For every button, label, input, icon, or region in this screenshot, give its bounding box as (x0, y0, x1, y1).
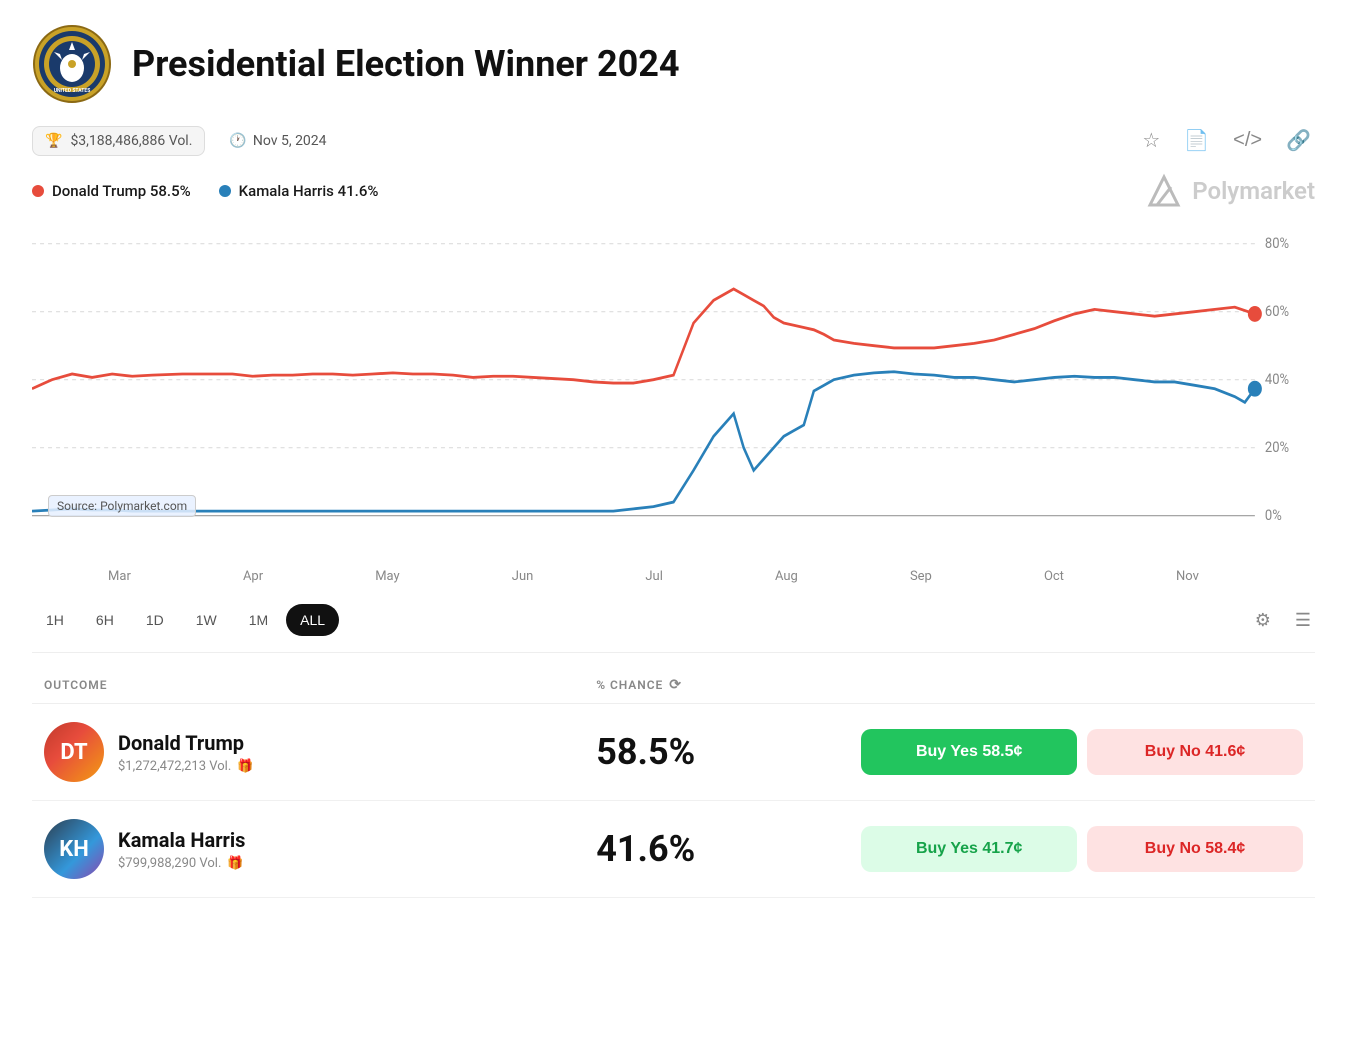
chance-header: % CHANCE ⟳ (596, 677, 861, 693)
harris-volume: $799,988,290 Vol. 🎁 (118, 856, 245, 871)
x-label-apr: Apr (243, 569, 263, 584)
svg-text:UNITED STATES: UNITED STATES (54, 88, 91, 94)
page-header: UNITED STATES Presidential Election Winn… (32, 24, 1315, 104)
harris-legend: Kamala Harris 41.6% (219, 182, 379, 200)
trump-legend: Donald Trump 58.5% (32, 182, 191, 200)
gift-icon-harris: 🎁 (227, 856, 243, 871)
time-btn-6h[interactable]: 6H (82, 604, 128, 636)
table-row-trump: DT Donald Trump $1,272,472,213 Vol. 🎁 58… (32, 704, 1315, 801)
code-button[interactable]: </> (1229, 125, 1266, 156)
svg-text:40%: 40% (1265, 371, 1289, 388)
svg-text:0%: 0% (1265, 507, 1282, 524)
trump-avatar: DT (44, 722, 104, 782)
presidential-seal-icon: UNITED STATES (32, 24, 112, 104)
volume-badge: 🏆 $3,188,486,886 Vol. (32, 126, 205, 156)
svg-text:60%: 60% (1265, 303, 1289, 320)
table-row-harris: KH Kamala Harris $799,988,290 Vol. 🎁 41.… (32, 801, 1315, 898)
trump-volume: $1,272,472,213 Vol. 🎁 (118, 759, 253, 774)
legend-items: Donald Trump 58.5% Kamala Harris 41.6% (32, 182, 378, 200)
time-button-group: 1H 6H 1D 1W 1M ALL (32, 604, 339, 636)
trump-details: Donald Trump $1,272,472,213 Vol. 🎁 (118, 731, 253, 774)
x-label-sep: Sep (910, 569, 932, 584)
harris-avatar: KH (44, 819, 104, 879)
harris-details: Kamala Harris $799,988,290 Vol. 🎁 (118, 828, 245, 871)
x-label-oct: Oct (1044, 569, 1064, 584)
gift-icon: 🎁 (237, 759, 253, 774)
trump-chance: 58.5% (596, 731, 861, 773)
date-value: Nov 5, 2024 (253, 133, 327, 149)
legend-row: Donald Trump 58.5% Kamala Harris 41.6% P… (32, 173, 1315, 209)
chart-settings: ⚙ ☰ (1251, 606, 1315, 635)
harris-actions: Buy Yes 41.7¢ Buy No 58.4¢ (861, 826, 1303, 872)
time-btn-1h[interactable]: 1H (32, 604, 78, 636)
x-axis: Mar Apr May Jun Jul Aug Sep Oct Nov (32, 569, 1315, 584)
refresh-icon[interactable]: ⟳ (669, 677, 682, 693)
time-btn-1m[interactable]: 1M (235, 604, 282, 636)
x-label-jun: Jun (512, 569, 534, 584)
x-label-may: May (375, 569, 399, 584)
outcome-header: OUTCOME (44, 678, 596, 692)
x-label-aug: Aug (775, 569, 798, 584)
star-button[interactable]: ☆ (1138, 124, 1164, 157)
x-label-nov: Nov (1176, 569, 1199, 584)
harris-dot (219, 185, 231, 197)
document-button[interactable]: 📄 (1180, 124, 1213, 157)
date-badge: 🕐 Nov 5, 2024 (229, 133, 326, 149)
trump-actions: Buy Yes 58.5¢ Buy No 41.6¢ (861, 729, 1303, 775)
trump-buy-no-button[interactable]: Buy No 41.6¢ (1087, 729, 1303, 775)
clock-icon: 🕐 (229, 133, 246, 149)
svg-text:20%: 20% (1265, 439, 1289, 456)
harris-name: Kamala Harris (118, 828, 245, 852)
meta-row: 🏆 $3,188,486,886 Vol. 🕐 Nov 5, 2024 ☆ 📄 … (32, 124, 1315, 157)
page-title: Presidential Election Winner 2024 (132, 43, 680, 85)
time-btn-1d[interactable]: 1D (132, 604, 178, 636)
time-btn-1w[interactable]: 1W (182, 604, 231, 636)
trump-buy-yes-button[interactable]: Buy Yes 58.5¢ (861, 729, 1077, 775)
polymarket-label: Polymarket (1192, 177, 1315, 205)
x-label-mar: Mar (108, 569, 131, 584)
svg-text:80%: 80% (1265, 235, 1289, 252)
table-header: OUTCOME % CHANCE ⟳ (32, 677, 1315, 704)
filter-icon[interactable]: ⚙ (1251, 606, 1275, 635)
harris-buy-no-button[interactable]: Buy No 58.4¢ (1087, 826, 1303, 872)
harris-chance: 41.6% (596, 828, 861, 870)
harris-candidate-info: KH Kamala Harris $799,988,290 Vol. 🎁 (44, 819, 596, 879)
time-controls: 1H 6H 1D 1W 1M ALL ⚙ ☰ (32, 604, 1315, 653)
trump-dot (32, 185, 44, 197)
time-btn-all[interactable]: ALL (286, 604, 339, 636)
settings-icon[interactable]: ☰ (1291, 606, 1315, 635)
trump-candidate-info: DT Donald Trump $1,272,472,213 Vol. 🎁 (44, 722, 596, 782)
polymarket-logo-icon (1146, 173, 1182, 209)
source-label: Source: Polymarket.com (48, 495, 196, 517)
action-icons: ☆ 📄 </> 🔗 (1138, 124, 1315, 157)
polymarket-brand: Polymarket (1146, 173, 1315, 209)
trophy-icon: 🏆 (45, 133, 62, 149)
chart-svg: 80% 60% 40% 20% 0% (32, 221, 1315, 561)
volume-value: $3,188,486,886 Vol. (70, 133, 192, 149)
link-button[interactable]: 🔗 (1282, 124, 1315, 157)
x-label-jul: Jul (645, 569, 663, 584)
harris-legend-label: Kamala Harris 41.6% (239, 182, 379, 200)
trump-legend-label: Donald Trump 58.5% (52, 182, 191, 200)
harris-buy-yes-button[interactable]: Buy Yes 41.7¢ (861, 826, 1077, 872)
trump-name: Donald Trump (118, 731, 253, 755)
price-chart: 80% 60% 40% 20% 0% Source: Polymarket.co… (32, 221, 1315, 561)
